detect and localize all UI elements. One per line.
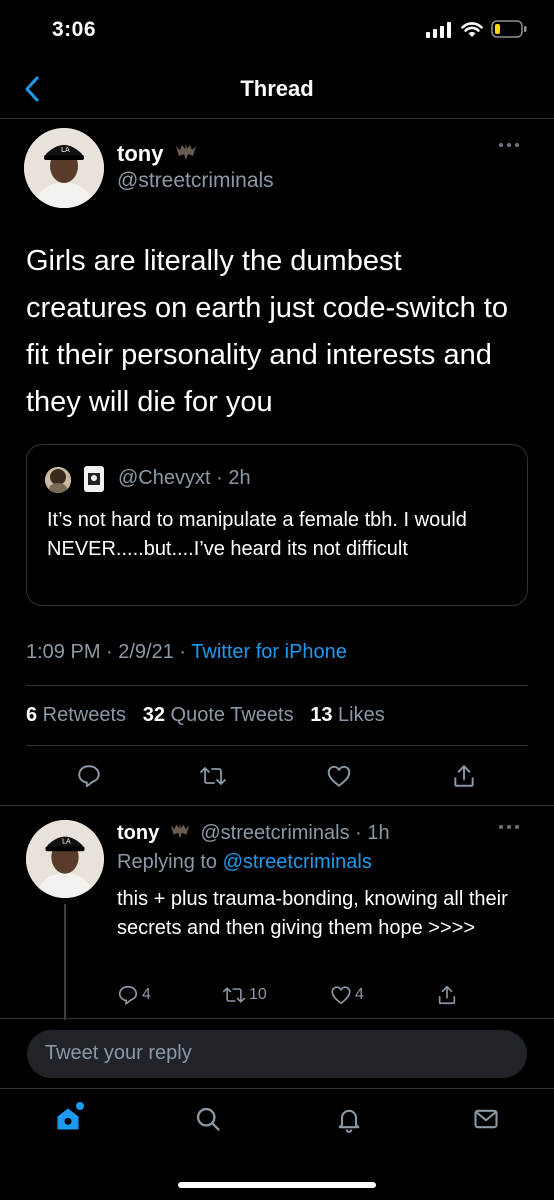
tabbar-divider	[0, 1088, 554, 1089]
retweet-icon	[222, 984, 246, 1006]
replying-to-line: Replying to @streetcriminals	[117, 851, 372, 874]
quoted-author-meta: @Chevyxt · 2h	[118, 467, 251, 489]
replying-to-label: Replying to	[117, 851, 223, 873]
reply-retweet-action[interactable]: 10	[222, 984, 267, 1006]
retweet-icon[interactable]	[199, 763, 227, 789]
author-name[interactable]: tony	[117, 140, 198, 167]
author-avatar[interactable]: LA	[24, 128, 104, 208]
quoted-tweet-text: It’s not hard to manipulate a female tbh…	[47, 509, 467, 560]
quoted-author-avatar	[45, 467, 71, 493]
meta-divider	[26, 685, 528, 686]
share-icon[interactable]	[436, 984, 458, 1006]
bat-emoji-icon	[169, 820, 191, 842]
reply-more-options-icon[interactable]	[498, 824, 520, 830]
retweets-label: Retweets	[37, 704, 127, 726]
wifi-icon	[461, 21, 483, 38]
like-heart-icon[interactable]	[326, 763, 352, 789]
header-divider	[0, 118, 554, 119]
author-name-text: tony	[117, 141, 164, 166]
home-indicator-bar	[178, 1182, 376, 1188]
messages-mail-icon[interactable]	[472, 1105, 500, 1133]
svg-text:LA: LA	[61, 146, 70, 154]
reply-reply-action[interactable]: 4	[117, 984, 151, 1006]
likes-stat[interactable]: 13 Likes	[310, 704, 385, 726]
tweet-time-text: 1:09 PM · 2/9/21 ·	[26, 641, 192, 663]
reply-icon[interactable]	[76, 763, 102, 789]
tweet-timestamp: 1:09 PM · 2/9/21 · Twitter for iPhone	[26, 641, 347, 664]
quote-tweets-count: 32	[142, 704, 165, 726]
home-notification-dot	[76, 1102, 84, 1110]
likes-label: Likes	[332, 704, 385, 726]
reply-replies-count: 4	[142, 986, 151, 1003]
reply-text: this + plus trauma-bonding, knowing all …	[117, 888, 508, 939]
reply-input-placeholder: Tweet your reply	[45, 1042, 192, 1064]
replying-to-link[interactable]: @streetcriminals	[223, 851, 372, 873]
quote-tweets-label: Quote Tweets	[164, 704, 294, 726]
page-title: Thread	[240, 76, 314, 101]
status-time: 3:06	[52, 18, 97, 41]
author-handle[interactable]: @streetcriminals	[117, 169, 274, 193]
search-icon[interactable]	[194, 1105, 222, 1133]
reply-author-avatar[interactable]: LA	[26, 820, 104, 898]
tweet-text: Girls are literally the dumbest creature…	[26, 245, 508, 418]
reply-retweets-count: 10	[249, 986, 267, 1003]
reply-header[interactable]: tony @streetcriminals · 1h	[117, 820, 390, 845]
reply-author-name: tony	[117, 822, 160, 844]
reply-divider	[0, 1018, 554, 1019]
like-heart-icon	[330, 984, 352, 1006]
reply-like-action[interactable]: 4	[330, 984, 364, 1006]
reply-icon	[117, 984, 139, 1006]
retweets-count: 6	[26, 704, 38, 726]
reply-handle-time: @streetcriminals · 1h	[200, 822, 390, 844]
likes-count: 13	[310, 704, 333, 726]
battery-low-icon	[491, 20, 527, 38]
cellular-signal-icon	[426, 22, 452, 38]
bat-emoji-icon	[174, 140, 198, 164]
svg-text:LA: LA	[62, 837, 71, 845]
actions-divider	[0, 805, 554, 806]
card-emoji-icon	[82, 465, 106, 493]
reply-likes-count: 4	[355, 986, 364, 1003]
thread-connector-line	[64, 904, 66, 1020]
share-icon[interactable]	[451, 763, 477, 789]
notifications-bell-icon[interactable]	[335, 1105, 363, 1133]
stats-divider	[26, 745, 528, 746]
retweets-stat[interactable]: 6 Retweets	[26, 704, 126, 726]
tweet-source-link[interactable]: Twitter for iPhone	[191, 641, 347, 663]
tweet-stats: 6 Retweets 32 Quote Tweets 13 Likes	[26, 704, 385, 727]
more-options-icon[interactable]	[498, 142, 520, 148]
quote-tweets-stat[interactable]: 32 Quote Tweets	[143, 704, 294, 726]
